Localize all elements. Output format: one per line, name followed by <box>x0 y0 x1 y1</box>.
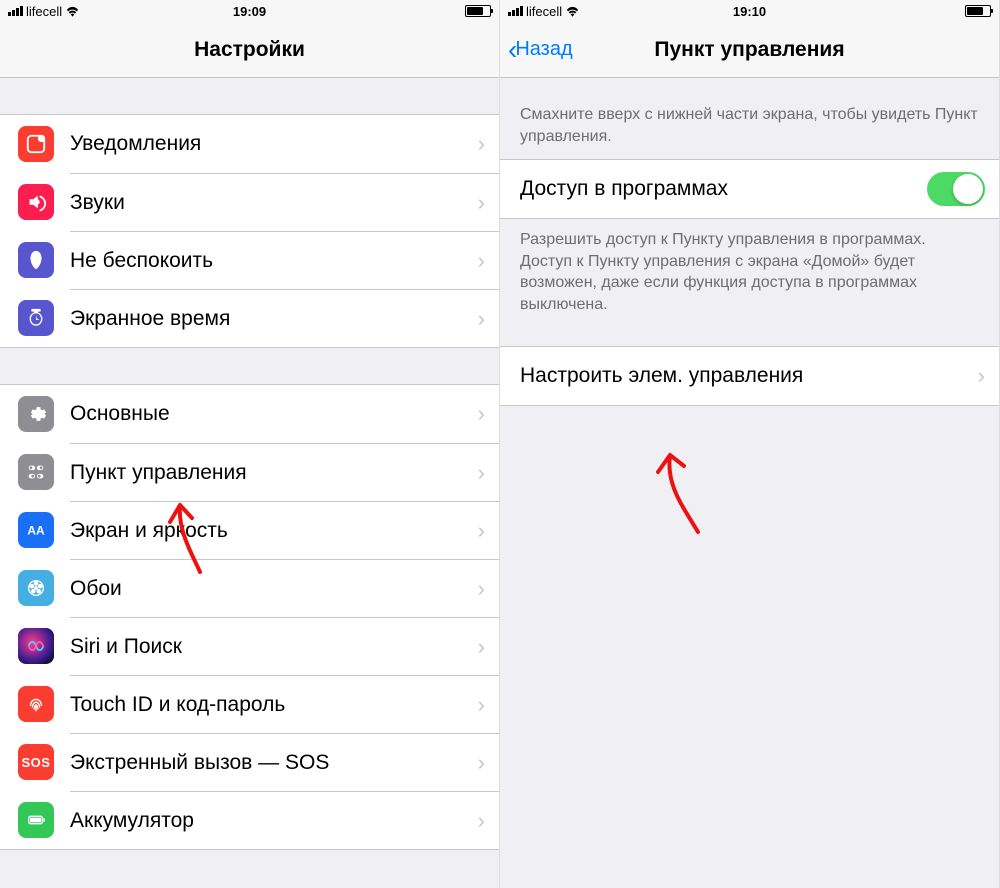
chevron-right-icon: › <box>478 401 485 427</box>
intro-text: Смахните вверх с нижней части экрана, чт… <box>500 78 999 159</box>
settings-row-display[interactable]: AA Экран и яркость› <box>0 501 499 559</box>
settings-row-wallpaper[interactable]: Обои› <box>0 559 499 617</box>
settings-row-sounds[interactable]: Звуки› <box>0 173 499 231</box>
page-title: Настройки <box>194 38 305 62</box>
general-icon <box>18 396 54 432</box>
wallpaper-icon <box>18 570 54 606</box>
chevron-right-icon: › <box>478 750 485 776</box>
wifi-icon <box>65 5 80 17</box>
row-label: Не беспокоить <box>70 249 478 273</box>
clock: 19:09 <box>233 4 266 19</box>
settings-row-touchid[interactable]: Touch ID и код-пароль› <box>0 675 499 733</box>
display-icon: AA <box>18 512 54 548</box>
row-label: Уведомления <box>70 132 478 156</box>
row-label: Звуки <box>70 191 478 215</box>
settings-row-siri[interactable]: Siri и Поиск› <box>0 617 499 675</box>
settings-row-controlcenter[interactable]: Пункт управления› <box>0 443 499 501</box>
chevron-right-icon: › <box>478 306 485 332</box>
settings-screen: lifecell 19:09 Настройки Уведомления›Зву… <box>0 0 500 888</box>
row-label: Экранное время <box>70 307 478 331</box>
settings-row-battery[interactable]: Аккумулятор› <box>0 791 499 849</box>
chevron-right-icon: › <box>478 576 485 602</box>
dnd-icon <box>18 242 54 278</box>
chevron-right-icon: › <box>478 460 485 486</box>
sos-icon: SOS <box>18 744 54 780</box>
chevron-right-icon: › <box>478 131 485 157</box>
chevron-right-icon: › <box>478 692 485 718</box>
customize-group: Настроить элем. управления › <box>500 346 999 406</box>
back-label: Назад <box>515 38 572 61</box>
battery-icon <box>18 802 54 838</box>
control-icon <box>18 454 54 490</box>
access-in-apps-row[interactable]: Доступ в программах <box>500 160 999 218</box>
chevron-right-icon: › <box>978 363 985 389</box>
row-label: Аккумулятор <box>70 809 478 833</box>
battery-icon <box>965 5 991 17</box>
access-group: Доступ в программах <box>500 159 999 219</box>
clock: 19:10 <box>733 4 766 19</box>
screentime-icon <box>18 300 54 336</box>
settings-group-1: Уведомления›Звуки›Не беспокоить›Экранное… <box>0 114 499 348</box>
row-label: Основные <box>70 402 478 426</box>
row-label: Пункт управления <box>70 461 478 485</box>
chevron-right-icon: › <box>478 518 485 544</box>
chevron-right-icon: › <box>478 190 485 216</box>
row-label: Экран и яркость <box>70 519 478 543</box>
chevron-right-icon: › <box>478 248 485 274</box>
wifi-icon <box>565 5 580 17</box>
settings-row-notifications[interactable]: Уведомления› <box>0 115 499 173</box>
row-label: Экстренный вызов — SOS <box>70 751 478 775</box>
chevron-right-icon: › <box>478 808 485 834</box>
settings-row-dnd[interactable]: Не беспокоить› <box>0 231 499 289</box>
navbar: ‹ Назад Пункт управления <box>500 22 999 78</box>
sound-icon <box>18 184 54 220</box>
status-bar: lifecell 19:10 <box>500 0 999 22</box>
toggle-label: Доступ в программах <box>520 177 927 201</box>
customize-controls-row[interactable]: Настроить элем. управления › <box>500 347 999 405</box>
signal-icon <box>508 6 523 16</box>
battery-icon <box>465 5 491 17</box>
navbar: Настройки <box>0 22 499 78</box>
access-footer: Разрешить доступ к Пункту управления в п… <box>500 219 999 327</box>
notif-icon <box>18 126 54 162</box>
signal-icon <box>8 6 23 16</box>
page-title: Пункт управления <box>654 38 844 62</box>
customize-label: Настроить элем. управления <box>520 364 978 388</box>
settings-row-sos[interactable]: SOS Экстренный вызов — SOS› <box>0 733 499 791</box>
status-bar: lifecell 19:09 <box>0 0 499 22</box>
control-center-content[interactable]: Смахните вверх с нижней части экрана, чт… <box>500 78 999 888</box>
row-label: Обои <box>70 577 478 601</box>
row-label: Touch ID и код-пароль <box>70 693 478 717</box>
settings-content[interactable]: Уведомления›Звуки›Не беспокоить›Экранное… <box>0 78 499 888</box>
settings-group-2: Основные›Пункт управления›AAЭкран и ярко… <box>0 384 499 850</box>
settings-row-screentime[interactable]: Экранное время› <box>0 289 499 347</box>
chevron-right-icon: › <box>478 634 485 660</box>
carrier-label: lifecell <box>26 4 62 19</box>
siri-icon <box>18 628 54 664</box>
carrier-label: lifecell <box>526 4 562 19</box>
back-button[interactable]: ‹ Назад <box>508 36 573 64</box>
control-center-screen: lifecell 19:10 ‹ Назад Пункт управления … <box>500 0 1000 888</box>
row-label: Siri и Поиск <box>70 635 478 659</box>
touchid-icon <box>18 686 54 722</box>
settings-row-general[interactable]: Основные› <box>0 385 499 443</box>
svg-text:AA: AA <box>27 524 45 538</box>
access-toggle[interactable] <box>927 172 985 206</box>
